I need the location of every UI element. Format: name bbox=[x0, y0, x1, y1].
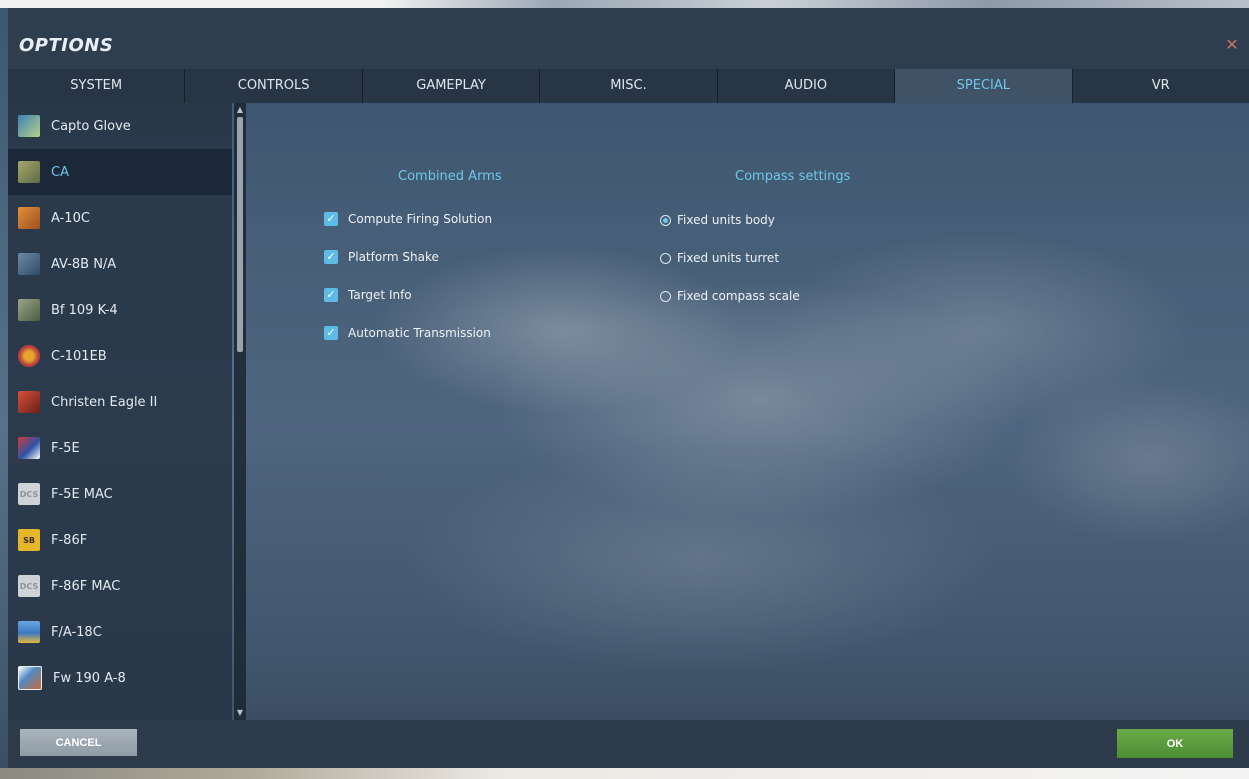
option-label: Platform Shake bbox=[348, 250, 439, 264]
tab-special[interactable]: SPECIAL bbox=[895, 69, 1073, 103]
sidebar-item-bf109[interactable]: Bf 109 K-4 bbox=[8, 287, 232, 333]
radio-unselected-icon bbox=[660, 290, 671, 302]
sidebar-item-label: Capto Glove bbox=[51, 118, 131, 134]
option-label: Fixed compass scale bbox=[677, 289, 800, 303]
sidebar-item-label: Bf 109 K-4 bbox=[51, 302, 118, 318]
sidebar-item-capto-glove[interactable]: Capto Glove bbox=[8, 103, 232, 149]
sidebar-item-label: F/A-18C bbox=[51, 624, 102, 640]
title-bar: OPTIONS ✕ bbox=[8, 8, 1249, 69]
compute-firing-solution-checkbox[interactable]: ✓ Compute Firing Solution bbox=[324, 212, 492, 226]
platform-shake-checkbox[interactable]: ✓ Platform Shake bbox=[324, 250, 439, 264]
sidebar-item-label: A-10C bbox=[51, 210, 90, 226]
dcs-logo-icon: DCS bbox=[18, 575, 40, 597]
background-strip-top-sky bbox=[380, 0, 1249, 8]
combined-arms-heading: Combined Arms bbox=[398, 169, 502, 184]
sidebar-item-label: F-86F MAC bbox=[51, 578, 121, 594]
sidebar-item-label: AV-8B N/A bbox=[51, 256, 117, 272]
sidebar-item-f5e[interactable]: F-5E bbox=[8, 425, 232, 471]
fa18c-hornet-icon bbox=[18, 621, 40, 643]
scrollbar-thumb[interactable] bbox=[237, 117, 243, 352]
module-list: Capto Glove CA A-10C AV-8B N/A Bf 109 K-… bbox=[8, 103, 232, 720]
sidebar-item-av8b[interactable]: AV-8B N/A bbox=[8, 241, 232, 287]
f86f-icon: SB bbox=[18, 529, 40, 551]
tab-gameplay[interactable]: GAMEPLAY bbox=[363, 69, 541, 103]
c101-icon bbox=[18, 345, 40, 367]
special-options-panel: Combined Arms Compass settings ✓ Compute… bbox=[246, 103, 1249, 720]
cancel-button[interactable]: CANCEL bbox=[20, 729, 137, 756]
automatic-transmission-checkbox[interactable]: ✓ Automatic Transmission bbox=[324, 326, 491, 340]
option-label: Fixed units turret bbox=[677, 251, 780, 265]
window-title: OPTIONS bbox=[19, 35, 114, 56]
compass-settings-heading: Compass settings bbox=[735, 169, 851, 184]
av8b-icon bbox=[18, 253, 40, 275]
sidebar-item-f5e-mac[interactable]: DCS F-5E MAC bbox=[8, 471, 232, 517]
checkbox-checked-icon: ✓ bbox=[324, 212, 338, 226]
bf109-icon bbox=[18, 299, 40, 321]
background-strip-bottom bbox=[0, 768, 1249, 779]
sidebar-item-label: F-5E bbox=[51, 440, 80, 456]
sidebar-item-a10c[interactable]: A-10C bbox=[8, 195, 232, 241]
tab-misc[interactable]: MISC. bbox=[540, 69, 718, 103]
sidebar-item-f86f[interactable]: SB F-86F bbox=[8, 517, 232, 563]
footer-bar: CANCEL OK bbox=[8, 720, 1249, 768]
sidebar-item-label: F-5E MAC bbox=[51, 486, 113, 502]
fixed-compass-scale-radio[interactable]: Fixed compass scale bbox=[660, 289, 800, 303]
sidebar-item-fw190[interactable]: Fw 190 A-8 bbox=[8, 655, 232, 701]
dcs-logo-icon: DCS bbox=[18, 483, 40, 505]
checkbox-checked-icon: ✓ bbox=[324, 250, 338, 264]
scroll-down-arrow-icon[interactable]: ▼ bbox=[234, 708, 246, 718]
tab-bar: SYSTEM CONTROLS GAMEPLAY MISC. AUDIO SPE… bbox=[8, 69, 1249, 103]
sidebar-item-f86f-mac[interactable]: DCS F-86F MAC bbox=[8, 563, 232, 609]
combined-arms-icon bbox=[18, 161, 40, 183]
sidebar-item-label: C-101EB bbox=[51, 348, 107, 364]
option-label: Automatic Transmission bbox=[348, 326, 491, 340]
checkbox-checked-icon: ✓ bbox=[324, 326, 338, 340]
sidebar-item-c101eb[interactable]: C-101EB bbox=[8, 333, 232, 379]
sidebar-item-label: CA bbox=[51, 164, 69, 180]
sidebar-item-label: F-86F bbox=[51, 532, 88, 548]
module-list-scrollbar[interactable]: ▲ ▼ bbox=[234, 103, 246, 720]
fw190-icon bbox=[18, 666, 42, 690]
checkbox-checked-icon: ✓ bbox=[324, 288, 338, 302]
radio-selected-icon bbox=[660, 214, 671, 226]
option-label: Compute Firing Solution bbox=[348, 212, 493, 226]
options-window: OPTIONS ✕ SYSTEM CONTROLS GAMEPLAY MISC.… bbox=[8, 8, 1249, 768]
tab-audio[interactable]: AUDIO bbox=[718, 69, 896, 103]
sidebar-item-ca[interactable]: CA bbox=[8, 149, 232, 195]
capto-glove-icon bbox=[18, 115, 40, 137]
sidebar-item-label: Fw 190 A-8 bbox=[53, 670, 126, 686]
sidebar-item-label: Christen Eagle II bbox=[51, 394, 158, 410]
tab-vr[interactable]: VR bbox=[1073, 69, 1249, 103]
radio-unselected-icon bbox=[660, 252, 671, 264]
f5e-icon bbox=[18, 437, 40, 459]
target-info-checkbox[interactable]: ✓ Target Info bbox=[324, 288, 412, 302]
tab-system[interactable]: SYSTEM bbox=[8, 69, 186, 103]
close-icon[interactable]: ✕ bbox=[1225, 37, 1239, 53]
sidebar-item-christen-eagle[interactable]: Christen Eagle II bbox=[8, 379, 232, 425]
tab-controls[interactable]: CONTROLS bbox=[185, 69, 363, 103]
scroll-up-arrow-icon[interactable]: ▲ bbox=[234, 105, 246, 115]
option-label: Fixed units body bbox=[677, 213, 775, 227]
sidebar-item-fa18c[interactable]: F/A-18C bbox=[8, 609, 232, 655]
a10c-icon bbox=[18, 207, 40, 229]
fixed-units-turret-radio[interactable]: Fixed units turret bbox=[660, 251, 779, 265]
ok-button[interactable]: OK bbox=[1117, 729, 1233, 758]
option-label: Target Info bbox=[348, 288, 412, 302]
christen-eagle-icon bbox=[18, 391, 40, 413]
fixed-units-body-radio[interactable]: Fixed units body bbox=[660, 213, 775, 227]
